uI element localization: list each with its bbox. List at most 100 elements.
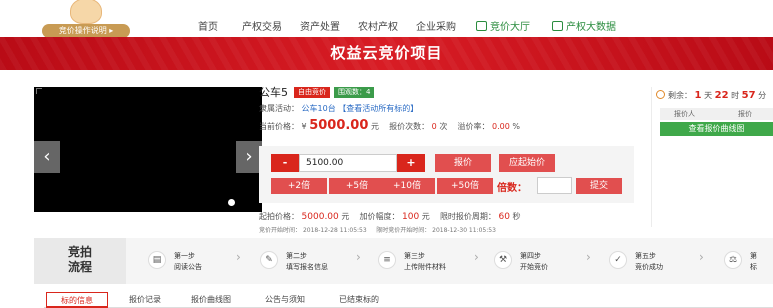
stack-icon: ≡	[378, 251, 396, 269]
views-badge: 围观数：4	[334, 86, 375, 98]
bid-count: 0	[431, 122, 437, 131]
item-title-row: 公车5 自由竞价 围观数：4	[259, 85, 378, 99]
increase-button[interactable]: +	[397, 154, 425, 172]
current-price-line: 当前价格： ¥ 5000.00 元 报价次数： 0 次 溢价率： 0.00 %	[259, 118, 520, 133]
check-icon: ✓	[609, 251, 627, 269]
period-unit: 秒	[512, 212, 521, 221]
gallery-prev-button[interactable]: ‹	[34, 141, 60, 173]
nav-item-asset-disposal[interactable]: 资产处置	[300, 18, 340, 33]
chevron-right-icon: ›	[586, 250, 591, 264]
clock-icon	[656, 90, 665, 99]
nav-item-bidding-hall[interactable]: 竞价大厅	[476, 18, 530, 33]
multiplier-10-button[interactable]: +10倍	[379, 178, 435, 194]
premium-rate: 0.00	[492, 122, 510, 131]
item-info: 公车5 自由竞价 围观数：4 隶属活动： 公车10台 【查看活动所有标的】 当前…	[259, 83, 634, 234]
step-label: 竞价成功	[635, 263, 663, 271]
nav-item-property-trade[interactable]: 产权交易	[242, 18, 282, 33]
begin-time-label: 竞价开始时间：	[259, 227, 302, 234]
document-icon: ▤	[148, 251, 166, 269]
current-price: 5000.00	[309, 118, 369, 133]
image-gallery: ‹ ›	[34, 87, 262, 212]
start-price-unit: 元	[341, 212, 350, 221]
multiple-submit-button[interactable]: 提交	[576, 178, 622, 194]
limit-time: 2018-12-30 11:05:53	[432, 227, 496, 234]
bidder-column-header: 报价人	[674, 110, 695, 118]
tab-ended-items[interactable]: 已结束标的	[330, 292, 388, 308]
period-label: 限时报价周期：	[439, 212, 496, 221]
step-number: 第二步	[286, 252, 307, 260]
tab-bid-curve[interactable]: 报价曲线图	[182, 292, 240, 308]
chevron-right-icon: ›	[356, 250, 361, 264]
nav-item-home[interactable]: 首页	[198, 18, 218, 33]
start-price-bid-button[interactable]: 应起始价	[499, 154, 555, 172]
bid-amount-input[interactable]: 5100.00	[299, 154, 397, 172]
view-bid-curve-button[interactable]: 查看报价曲线图	[660, 122, 773, 136]
countdown-hours: 22	[714, 90, 729, 101]
countdown-hours-unit: 时	[731, 91, 740, 100]
step-label: 阅读公告	[174, 263, 202, 271]
nav-item-big-data[interactable]: 产权大数据	[552, 18, 616, 33]
scale-icon: ⚖	[724, 251, 742, 269]
step-label: 标	[750, 263, 757, 271]
chevron-right-icon: ›	[236, 250, 241, 264]
tab-bid-records[interactable]: 报价记录	[120, 292, 170, 308]
bid-mode-badge: 自由竞价	[294, 86, 330, 98]
auction-process: 竞拍 流程 ▤ 第一步 阅读公告 › ✎ 第二步 填写报名信息 › ≡ 第三步 …	[34, 238, 773, 284]
premium-label: 溢价率：	[457, 122, 490, 131]
countdown-label: 剩余：	[668, 91, 692, 100]
period-value: 60	[498, 212, 510, 222]
chevron-right-icon: ›	[474, 250, 479, 264]
step-label: 填写报名信息	[286, 263, 328, 271]
nav-item-big-data-label: 产权大数据	[566, 21, 616, 33]
decrease-button[interactable]: -	[271, 154, 299, 172]
countdown-panel: 剩余： 1 天 22 时 57 分 报价人 报价 查看报价曲线图	[651, 87, 773, 139]
chart-icon	[552, 20, 563, 31]
top-navigation: 竞价操作说明 ▸ 首页 产权交易 资产处置 农村产权 企业采购 竞价大厅 产权大…	[0, 0, 773, 38]
limit-time-label: 限时竞价开始时间：	[376, 227, 431, 234]
nav-item-rural-property[interactable]: 农村产权	[358, 18, 398, 33]
nav-item-procurement[interactable]: 企业采购	[416, 18, 456, 33]
multiplier-2-button[interactable]: +2倍	[271, 178, 327, 194]
step-label: 上传附件材料	[404, 263, 446, 271]
current-price-label: 当前价格：	[259, 122, 299, 131]
step-number: 第三步	[404, 252, 425, 260]
pencil-icon: ✎	[260, 251, 278, 269]
start-price-label: 起拍价格：	[259, 212, 299, 221]
bid-times-line: 竞价开始时间： 2018-12-28 11:05:53 限时竞价开始时间： 20…	[259, 225, 496, 234]
bidder-table-header: 报价人 报价	[660, 108, 773, 120]
premium-unit: %	[512, 122, 520, 131]
countdown-days-unit: 天	[704, 91, 713, 100]
process-title-line2: 流程	[67, 260, 92, 274]
tab-notice[interactable]: 公告与须知	[256, 292, 314, 308]
process-title-line1: 竞拍	[67, 245, 92, 259]
bid-guide-button[interactable]: 竞价操作说明 ▸	[42, 24, 130, 38]
activity-name-link[interactable]: 公车10台	[302, 104, 336, 113]
page: 竞价操作说明 ▸ 首页 产权交易 资产处置 农村产权 企业采购 竞价大厅 产权大…	[0, 0, 773, 308]
bid-count-label: 报价次数：	[389, 122, 430, 131]
countdown: 剩余： 1 天 22 时 57 分	[651, 87, 773, 105]
bid-column-header: 报价	[738, 110, 752, 118]
multiple-label: 倍数：	[497, 183, 527, 194]
gavel-icon: ⚒	[494, 251, 512, 269]
current-price-unit: 元	[370, 122, 379, 131]
step-label: 开始竞价	[520, 263, 548, 271]
multiplier-50-button[interactable]: +50倍	[437, 178, 493, 194]
bid-panel: - 5100.00 + 报价 应起始价 +2倍 +5倍 +10倍 +50倍 倍数…	[259, 146, 634, 203]
currency-symbol: ¥	[301, 122, 307, 131]
gallery-dot[interactable]	[228, 199, 235, 206]
countdown-minutes-unit: 分	[758, 91, 767, 100]
tab-item-info[interactable]: 标的信息	[46, 292, 108, 308]
page-banner: 权益云竞价项目	[0, 37, 773, 70]
submit-bid-button[interactable]: 报价	[435, 154, 491, 172]
increment-value: 100	[402, 212, 420, 222]
image-placeholder-icon	[36, 88, 42, 94]
step-number: 第	[750, 252, 757, 260]
step-number: 第一步	[174, 252, 195, 260]
multiple-input[interactable]	[537, 177, 572, 194]
countdown-minutes: 57	[741, 90, 756, 101]
multiplier-5-button[interactable]: +5倍	[329, 178, 385, 194]
step-number: 第四步	[520, 252, 541, 260]
activity-line: 隶属活动： 公车10台 【查看活动所有标的】	[259, 103, 418, 114]
view-all-items-link[interactable]: 【查看活动所有标的】	[338, 104, 418, 113]
item-title: 公车5	[259, 86, 288, 99]
